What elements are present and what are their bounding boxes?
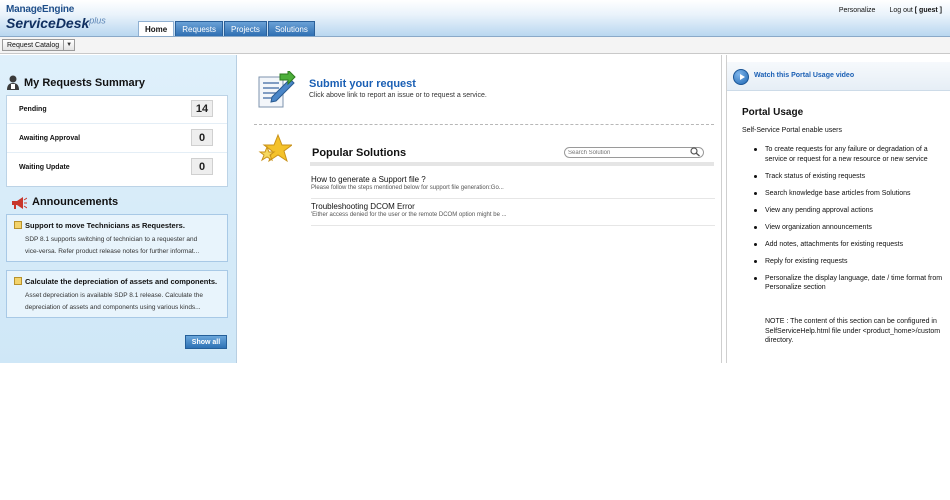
logo-product: ServiceDesk	[6, 15, 90, 31]
summary-label: Pending	[19, 106, 47, 113]
sub-toolbar: Request Catalog ▼	[0, 36, 950, 54]
announcement-icon	[14, 221, 22, 229]
chevron-down-icon[interactable]: ▼	[64, 40, 74, 50]
servicedesk-logo[interactable]: ManageEngine ServiceDeskplus	[6, 4, 106, 31]
announcement-item[interactable]: Support to move Technicians as Requester…	[6, 214, 228, 262]
announcements-title: Announcements	[32, 196, 119, 208]
portal-usage-panel: Watch this Portal Usage video Portal Usa…	[726, 55, 950, 363]
announcement-title[interactable]: Support to move Technicians as Requester…	[25, 221, 185, 230]
video-bar: Watch this Portal Usage video	[727, 62, 950, 91]
announcement-line: Asset depreciation is available SDP 8.1 …	[25, 292, 204, 299]
list-item: To create requests for any failure or de…	[754, 145, 944, 164]
requests-summary-box: Pending 14 Awaiting Approval 0 Waiting U…	[6, 95, 228, 187]
announcement-line: depreciation of assets and components us…	[25, 304, 201, 311]
main-tabs: Home Requests Projects Solutions	[138, 21, 315, 36]
search-solution-input[interactable]	[564, 147, 704, 158]
request-catalog-label: Request Catalog	[3, 40, 65, 50]
megaphone-icon	[12, 197, 27, 209]
top-links: Personalize Log out [ guest ]	[839, 7, 942, 14]
portal-usage-list: To create requests for any failure or de…	[754, 145, 944, 300]
announcement-item[interactable]: Calculate the depreciation of assets and…	[6, 270, 228, 318]
list-item: Reply for existing requests	[754, 257, 944, 267]
list-item: Search knowledge base articles from Solu…	[754, 189, 944, 199]
star-icon	[258, 133, 292, 163]
summary-row-pending[interactable]: Pending 14	[7, 96, 227, 124]
summary-count[interactable]: 0	[191, 158, 213, 175]
solution-item[interactable]: Troubleshooting DCOM Error 'Either acces…	[311, 200, 715, 226]
tab-home[interactable]: Home	[138, 21, 175, 36]
announcement-icon	[14, 277, 22, 285]
solutions-header-bar	[310, 162, 714, 166]
tab-projects[interactable]: Projects	[224, 21, 267, 36]
summary-row-awaiting-approval[interactable]: Awaiting Approval 0	[7, 125, 227, 153]
solution-title[interactable]: Troubleshooting DCOM Error	[311, 202, 415, 211]
list-item: Add notes, attachments for existing requ…	[754, 240, 944, 250]
announcement-body: SDP 8.1 supports switching of technician…	[25, 234, 225, 258]
summary-label: Waiting Update	[19, 164, 70, 171]
solution-desc: 'Either access denied for the user or th…	[311, 212, 507, 218]
summary-title: My Requests Summary	[24, 77, 146, 89]
solution-title[interactable]: How to generate a Support file ?	[311, 175, 426, 184]
announcement-title[interactable]: Calculate the depreciation of assets and…	[25, 277, 217, 286]
announcement-line: vice-versa. Refer product release notes …	[25, 248, 200, 255]
popular-solutions-title: Popular Solutions	[312, 147, 407, 159]
tab-solutions[interactable]: Solutions	[267, 21, 315, 36]
search-icon[interactable]	[689, 147, 701, 157]
announcement-line: SDP 8.1 supports switching of technician…	[25, 236, 198, 243]
summary-row-waiting-update[interactable]: Waiting Update 0	[7, 154, 227, 182]
logo-plus: plus	[89, 15, 106, 26]
request-catalog-dropdown[interactable]: Request Catalog ▼	[2, 39, 76, 51]
show-all-button[interactable]: Show all	[185, 335, 227, 349]
user-icon	[7, 75, 19, 90]
play-icon[interactable]	[733, 69, 749, 85]
solution-desc: Please follow the steps mentioned below …	[311, 185, 504, 191]
app-header: ManageEngine ServiceDeskplus Home Reques…	[0, 0, 950, 36]
logo-brand: ManageEngine	[6, 4, 75, 15]
list-item: View organization announcements	[754, 223, 944, 233]
watch-video-link[interactable]: Watch this Portal Usage video	[754, 72, 854, 79]
section-divider	[254, 124, 714, 125]
summary-count[interactable]: 14	[191, 100, 213, 117]
submit-request-icon[interactable]	[256, 71, 296, 111]
portal-usage-title: Portal Usage	[742, 107, 804, 118]
summary-count[interactable]: 0	[191, 129, 213, 146]
submit-request-link[interactable]: Submit your request	[309, 78, 416, 90]
list-item: View any pending approval actions	[754, 206, 944, 216]
portal-usage-note: NOTE : The content of this section can b…	[765, 318, 941, 344]
main-panel: Submit your request Click above link to …	[238, 55, 722, 363]
summary-label: Awaiting Approval	[19, 135, 81, 142]
solution-item[interactable]: How to generate a Support file ? Please …	[311, 173, 715, 199]
portal-usage-intro: Self-Service Portal enable users	[742, 127, 842, 134]
list-item: Track status of existing requests	[754, 172, 944, 182]
submit-request-subtitle: Click above link to report an issue or t…	[309, 92, 487, 99]
user-name: [ guest ]	[914, 7, 942, 14]
left-panel: My Requests Summary Pending 14 Awaiting …	[0, 55, 237, 363]
announcement-body: Asset depreciation is available SDP 8.1 …	[25, 290, 225, 314]
tab-requests[interactable]: Requests	[175, 21, 224, 36]
list-item: Personalize the display language, date /…	[754, 274, 944, 293]
logout-link[interactable]: Log out	[889, 7, 912, 14]
personalize-link[interactable]: Personalize	[839, 7, 876, 14]
